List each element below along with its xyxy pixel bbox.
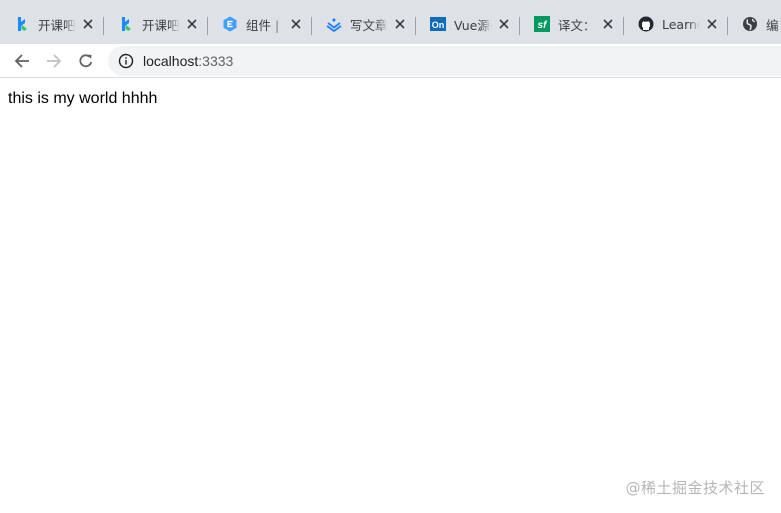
tab-title: 开课吧 xyxy=(38,17,76,33)
page-content: this is my world hhhh @稀土掘金技术社区 xyxy=(0,79,781,513)
page-body-text: this is my world hhhh xyxy=(8,90,158,107)
tab-strip: 开课吧 开课吧 组件 | E xyxy=(0,0,781,44)
tab-title: LearnG xyxy=(662,16,700,32)
tab-title: 开课吧 xyxy=(142,17,180,33)
tab-title: 组件 | E xyxy=(246,17,284,33)
url-port: :3333 xyxy=(198,53,234,69)
browser-toolbar: localhost:3333 xyxy=(0,44,781,78)
element-ui-logo-icon xyxy=(222,16,238,32)
close-tab-icon[interactable] xyxy=(80,16,96,32)
segmentfault-logo-icon: sf xyxy=(534,16,550,32)
close-tab-icon[interactable] xyxy=(288,16,304,32)
tab-translation[interactable]: sf 译文： xyxy=(520,6,624,42)
arrow-left-icon[interactable] xyxy=(8,47,36,75)
tab-kaikeba-1[interactable]: 开课吧 xyxy=(0,6,104,42)
watermark: @稀土掘金技术社区 xyxy=(625,479,765,497)
reload-icon[interactable] xyxy=(72,47,100,75)
tab-element-components[interactable]: 组件 | E xyxy=(208,6,312,42)
kaikeba-logo-icon xyxy=(118,16,134,32)
tab-title: 译文： xyxy=(558,17,596,33)
kaikeba-logo-icon xyxy=(14,16,30,32)
github-logo-icon xyxy=(638,16,654,32)
juejin-logo-icon xyxy=(326,16,342,32)
close-tab-icon[interactable] xyxy=(184,16,200,32)
tab-partial[interactable]: 编 xyxy=(728,6,781,42)
url-text[interactable]: localhost:3333 xyxy=(143,53,233,69)
tab-vue-source[interactable]: On Vue源码 xyxy=(416,6,520,42)
address-bar[interactable]: localhost:3333 xyxy=(108,46,781,76)
close-tab-icon[interactable] xyxy=(496,16,512,32)
tab-title: 写文章 xyxy=(350,17,388,33)
onenote-logo-icon: On xyxy=(430,16,446,32)
globe-icon xyxy=(742,16,758,32)
close-tab-icon[interactable] xyxy=(600,16,616,32)
svg-text:On: On xyxy=(432,20,445,30)
info-icon[interactable] xyxy=(118,53,134,69)
tab-write-article[interactable]: 写文章 xyxy=(312,6,416,42)
close-tab-icon[interactable] xyxy=(704,16,720,32)
close-tab-icon[interactable] xyxy=(392,16,408,32)
url-host: localhost xyxy=(143,53,199,69)
tab-title: 编 xyxy=(766,17,779,33)
tab-title: Vue源码 xyxy=(454,17,492,33)
arrow-right-icon[interactable] xyxy=(40,47,68,75)
tab-github-learn[interactable]: LearnG xyxy=(624,6,728,42)
tab-kaikeba-2[interactable]: 开课吧 xyxy=(104,6,208,42)
